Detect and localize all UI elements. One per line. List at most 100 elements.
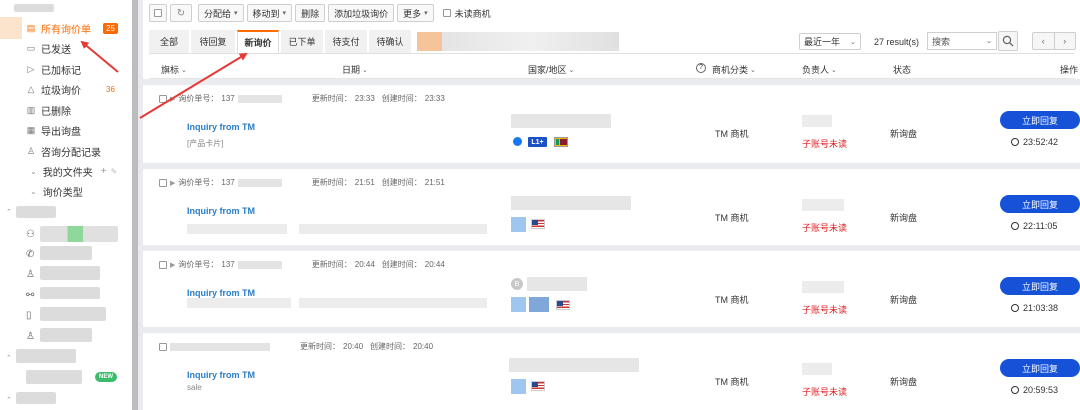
column-header-flag[interactable]: 旗标 ⌄ (161, 63, 187, 76)
move-to-button[interactable]: 移动到 ▾ (246, 4, 293, 22)
blurred-menu-item[interactable] (40, 328, 92, 342)
export-icon: ▦ (26, 124, 36, 135)
inquiry-no: 137 (221, 94, 235, 103)
tab-label: 全部 (159, 37, 178, 47)
sidebar-item-flagged[interactable]: ▷ 已加标记 (26, 61, 81, 77)
sidebar-item-label: 已发送 (41, 44, 71, 56)
add-spam-button[interactable]: 添加垃圾询价 (328, 4, 395, 22)
column-header-category[interactable]: 商机分类 ⌄ (712, 63, 756, 76)
inquiry-meta: ▶ 询价单号： 137 更新时间： 20:44 创建时间： 20:44 (159, 259, 445, 270)
reply-now-button[interactable]: 立即回复 (1000, 359, 1080, 377)
blurred-menu-item[interactable] (40, 287, 100, 299)
column-header-date[interactable]: 日期 ⌄ (342, 63, 368, 76)
assign-to-button[interactable]: 分配给 ▾ (198, 4, 244, 22)
column-header-owner[interactable]: 负责人 ⌄ (802, 63, 837, 76)
sidebar-item-deleted[interactable]: ▥ 已删除 (26, 102, 71, 118)
chevron-down-icon: ⌄ (362, 66, 368, 74)
reply-now-button[interactable]: 立即回复 (1000, 111, 1080, 129)
row-checkbox[interactable] (159, 178, 167, 187)
category-label: TM 商机 (715, 377, 749, 387)
row-checkbox[interactable] (159, 342, 167, 351)
expand-icon[interactable]: ▶ (170, 95, 175, 103)
inquiry-status: 新询盘 (890, 377, 918, 387)
inquiry-row[interactable]: 更新时间： 20:40 创建时间： 20:40 Inquiry from TM sa… (149, 333, 1080, 410)
tab-bar: 全部 待回复 新询价 已下单 待支付 待确认 最近一年 ⌄ 27 result(… (149, 30, 1076, 54)
collapse-arrow-icon[interactable]: ⌃ (6, 396, 12, 404)
inquiry-subject-link[interactable]: Inquiry from TM (187, 370, 255, 380)
chevron-down-icon: ⌄ (30, 187, 37, 196)
inquiry-subject-link[interactable]: Inquiry from TM (187, 206, 255, 216)
row-checkbox[interactable] (159, 260, 167, 269)
refresh-button[interactable]: ↻ (170, 4, 192, 22)
blurred-section-title (16, 206, 56, 218)
blurred-menu-item[interactable] (40, 246, 92, 260)
blurred-menu-item[interactable] (26, 370, 82, 384)
blurred-buyer-name (509, 358, 639, 372)
phone-icon: ✆ (26, 249, 35, 260)
sidebar-item-assign-records[interactable]: ♙ 咨询分配记录 (26, 143, 101, 159)
date-range-select[interactable]: 最近一年 ⌄ (799, 33, 861, 50)
inquiry-row[interactable]: ▶ 询价单号： 137 更新时间： 23:33 创建时间： 23:33 Inquiry… (149, 85, 1080, 163)
select-all-checkbox[interactable] (149, 4, 167, 22)
sidebar-item-all-inquiries[interactable]: ▤ 所有询价单 (26, 20, 91, 36)
expand-icon[interactable]: ▶ (170, 179, 175, 187)
timer-icon (1011, 222, 1019, 230)
sidebar-folder-my-folders[interactable]: ⌄ 我的文件夹 + ✎ (30, 164, 117, 179)
tab-all[interactable]: 全部 (149, 30, 189, 53)
reply-now-button[interactable]: 立即回复 (1000, 195, 1080, 213)
inquiry-subject-link[interactable]: Inquiry from TM (187, 288, 255, 298)
blurred-menu-item[interactable] (40, 266, 100, 280)
tab-pending-confirm[interactable]: 待确认 (369, 30, 411, 53)
expand-icon[interactable]: ▶ (170, 261, 175, 269)
tab-ordered[interactable]: 已下单 (281, 30, 323, 53)
unread-filter-checkbox[interactable]: 未读商机 (442, 7, 491, 20)
search-select[interactable]: 搜索 ⌄ (927, 32, 997, 50)
sidebar-item-spam[interactable]: △ 垃圾询价 (26, 81, 81, 97)
column-header-country[interactable]: 国家/地区 ⌄ (528, 63, 574, 76)
blurred-owner (802, 363, 832, 375)
reply-label: 立即回复 (1021, 363, 1058, 374)
delete-button[interactable]: 删除 (295, 4, 326, 22)
more-button[interactable]: 更多 ▾ (397, 4, 434, 22)
edit-folder-icon[interactable]: ✎ (111, 167, 118, 176)
search-button[interactable] (998, 31, 1018, 51)
sidebar-item-sent[interactable]: ▭ 已发送 (26, 40, 71, 56)
countdown-value: 22:11:05 (1023, 221, 1058, 231)
blurred-menu-item[interactable] (40, 226, 118, 242)
sidebar-item-export[interactable]: ▦ 导出询盘 (26, 122, 81, 138)
blurred-owner (802, 199, 844, 211)
chevron-down-icon: ▾ (424, 10, 428, 17)
add-folder-icon[interactable]: + (101, 166, 107, 177)
blurred-header (14, 4, 54, 12)
update-time: 20:40 (343, 342, 364, 351)
collapse-arrow-icon[interactable]: ⌃ (6, 208, 12, 216)
sidebar-item-label: 咨询分配记录 (41, 147, 101, 159)
column-header-help[interactable]: ? (696, 63, 706, 73)
prev-page-button[interactable]: ‹ (1033, 33, 1054, 49)
owner-unread-status: 子账号未读 (802, 305, 848, 315)
reply-now-button[interactable]: 立即回复 (1000, 277, 1080, 295)
reply-label: 立即回复 (1021, 115, 1058, 126)
row-checkbox[interactable] (159, 94, 167, 103)
sidebar-folder-inquiry-type[interactable]: ⌄ 询价类型 (30, 184, 83, 199)
next-page-button[interactable]: › (1053, 33, 1076, 49)
collapse-arrow-icon[interactable]: ⌃ (6, 354, 12, 362)
blurred-owner (802, 281, 844, 293)
buyer-avatar (511, 379, 526, 394)
inquiry-row[interactable]: ▶ 询价单号： 137 更新时间： 20:44 创建时间： 20:44 Inquiry… (149, 251, 1080, 329)
reply-countdown: 20:59:53 (1011, 385, 1058, 395)
tab-pending-payment[interactable]: 待支付 (325, 30, 367, 53)
blurred-menu-item[interactable] (40, 307, 106, 321)
help-icon: ? (696, 63, 706, 73)
tab-new-inquiries[interactable]: 新询价 (237, 30, 279, 53)
column-label: 负责人 (802, 65, 830, 75)
inquiry-subject-link[interactable]: Inquiry from TM (187, 122, 255, 132)
blurred-tab[interactable] (417, 32, 619, 51)
update-time-label: 更新时间： (311, 178, 352, 187)
category-label: TM 商机 (715, 213, 749, 223)
tab-pending-reply[interactable]: 待回复 (191, 30, 235, 53)
update-time: 21:51 (354, 178, 375, 187)
tab-label: 新询价 (244, 38, 272, 48)
blurred-inquiry-no (237, 178, 282, 187)
inquiry-row[interactable]: ▶ 询价单号： 137 更新时间： 21:51 创建时间： 21:51 Inquiry… (149, 169, 1080, 247)
